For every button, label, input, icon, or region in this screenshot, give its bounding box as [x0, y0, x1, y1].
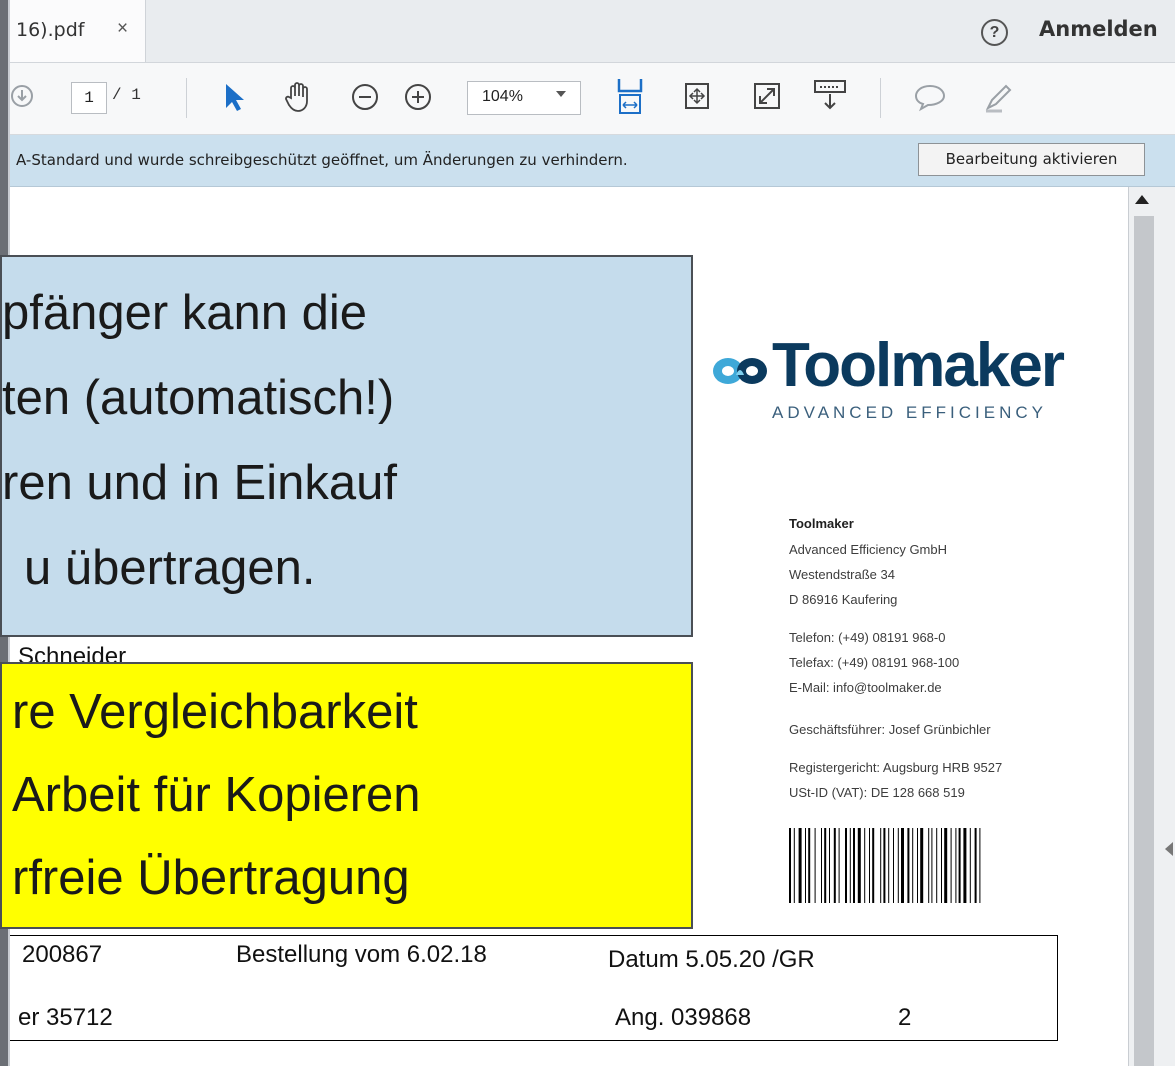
hand-tool-icon[interactable]: [282, 80, 316, 114]
right-panel-strip: [1158, 187, 1175, 1066]
toolbar-separator: [880, 78, 881, 118]
table-cell: 2: [898, 1004, 912, 1031]
table-cell: er 35712: [18, 1004, 113, 1031]
callout-box-yellow: re Vergleichbarkeit Arbeit für Kopieren …: [0, 662, 693, 929]
signin-button[interactable]: Anmelden: [1039, 17, 1158, 41]
table-cell: Datum 5.05.20 /GR: [608, 946, 815, 973]
table-cell: 200867: [22, 941, 103, 968]
callout-line: Arbeit für Kopieren: [12, 768, 421, 822]
help-icon[interactable]: ?: [981, 19, 1008, 46]
sender-manager: Geschäftsführer: Josef Grünbichler: [789, 722, 991, 737]
page-total: / 1: [112, 86, 141, 104]
logo-wordmark: Toolmaker: [772, 331, 1065, 400]
callout-line: u übertragen.: [24, 541, 316, 595]
sender-address-line: D 86916 Kaufering: [789, 592, 898, 607]
zoom-out-icon[interactable]: [350, 82, 380, 112]
scroll-up-icon[interactable]: [1135, 195, 1149, 204]
table-cell: Bestellung vom 6.02.18: [236, 941, 487, 968]
sender-vat: USt-ID (VAT): DE 128 668 519: [789, 785, 965, 800]
barcode: [789, 828, 981, 903]
close-tab-icon[interactable]: ×: [117, 18, 128, 40]
callout-box-blue: pfänger kann die ten (automatisch!) ren …: [0, 255, 693, 637]
sender-fax: Telefax: (+49) 08191 968-100: [789, 655, 960, 670]
scrollbar-thumb[interactable]: [1134, 216, 1154, 1066]
toolmaker-logo-icon: [713, 358, 767, 384]
zoom-in-icon[interactable]: [403, 82, 433, 112]
highlight-icon[interactable]: [982, 80, 1016, 114]
fullscreen-icon[interactable]: [752, 81, 782, 111]
enable-editing-button[interactable]: Bearbeitung aktivieren: [918, 143, 1145, 176]
zoom-value: 104%: [482, 88, 523, 105]
callout-line: ren und in Einkauf: [2, 456, 397, 510]
callout-line: ten (automatisch!): [2, 371, 395, 425]
comment-icon[interactable]: [913, 82, 947, 112]
sender-email: E-Mail: info@toolmaker.de: [789, 680, 942, 695]
toolbar-separator: [186, 78, 187, 118]
fit-page-icon[interactable]: [683, 81, 711, 111]
select-tool-icon[interactable]: [222, 81, 248, 113]
sender-register: Registergericht: Augsburg HRB 9527: [789, 760, 1003, 775]
callout-line: pfänger kann die: [2, 286, 368, 340]
chevron-down-icon[interactable]: [556, 91, 566, 97]
expand-panel-icon[interactable]: [1165, 842, 1173, 856]
protected-view-message: A-Standard und wurde schreibgeschützt ge…: [16, 151, 628, 169]
table-cell: Ang. 039868: [615, 1004, 752, 1031]
next-page-icon[interactable]: [10, 84, 38, 112]
logo-tagline: ADVANCED EFFICIENCY: [772, 403, 1047, 422]
sender-name: Toolmaker: [789, 516, 854, 531]
callout-line: rfreie Übertragung: [12, 851, 410, 905]
sender-address-line: Westendstraße 34: [789, 567, 895, 582]
page-number-input[interactable]: 1: [71, 82, 107, 114]
read-mode-icon[interactable]: [812, 78, 848, 114]
sender-phone: Telefon: (+49) 08191 968-0: [789, 630, 946, 645]
fit-width-icon[interactable]: [615, 77, 645, 115]
callout-line: re Vergleichbarkeit: [12, 685, 418, 739]
document-tab-label: 16).pdf: [16, 19, 85, 41]
sender-address-line: Advanced Efficiency GmbH: [789, 542, 947, 557]
